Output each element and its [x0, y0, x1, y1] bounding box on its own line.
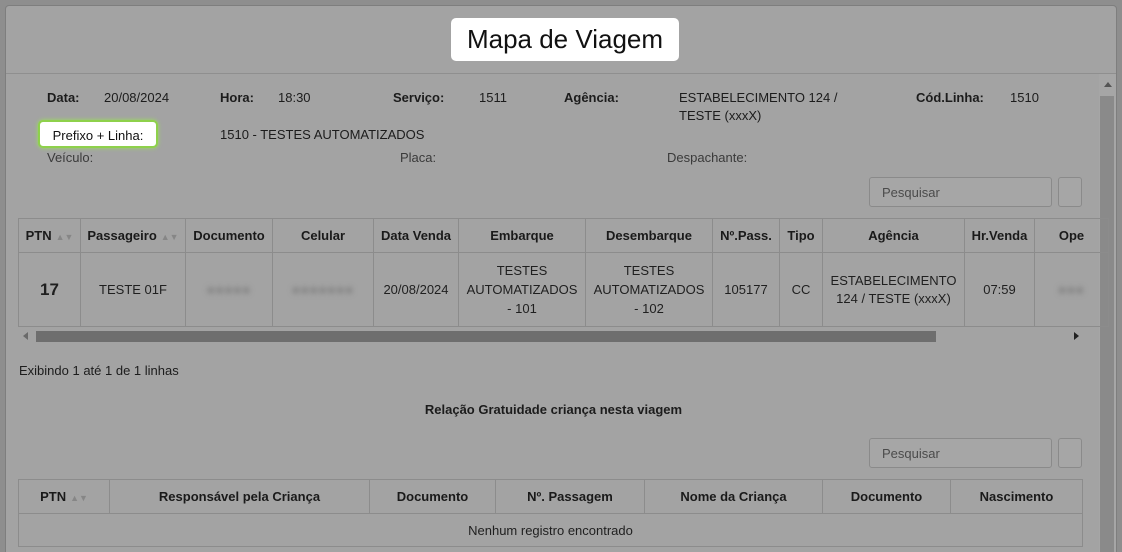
gratuidade-search-columns-button[interactable]: [1058, 438, 1082, 468]
agencia-value-line1: ESTABELECIMENTO 124 /: [679, 90, 838, 105]
agencia-value-line2: TESTE (xxxX): [679, 108, 762, 123]
col-ptn[interactable]: PTN ▲▼: [18, 479, 110, 514]
cell-desembarque: TESTES AUTOMATIZADOS - 102: [585, 252, 713, 327]
col-nome-crianca[interactable]: Nome da Criança: [644, 479, 823, 514]
gratuidade-table: PTN ▲▼ Responsável pela Criança Documento…: [18, 479, 1083, 547]
scroll-right-arrow-icon[interactable]: [1074, 332, 1079, 340]
veiculo-label: Veículo:: [47, 150, 94, 165]
passenger-search-input[interactable]: [869, 177, 1052, 207]
col-responsavel[interactable]: Responsável pela Criança: [109, 479, 370, 514]
horizontal-scrollbar[interactable]: [18, 326, 1082, 344]
passenger-search-columns-button[interactable]: [1058, 177, 1082, 207]
gratuidade-section-title: Relação Gratuidade criança nesta viagem: [424, 402, 683, 417]
cell-data-venda: 20/08/2024: [373, 252, 459, 327]
cell-tipo: CC: [779, 252, 823, 327]
table-row[interactable]: 17 TESTE 01F ●●●●● ●●●●●●● 20/08/2024 TE…: [18, 252, 1109, 327]
cell-celular-redacted: ●●●●●●●: [272, 252, 374, 327]
col-documento[interactable]: Documento: [369, 479, 496, 514]
col-hr-venda[interactable]: Hr.Venda: [964, 218, 1035, 253]
horizontal-scroll-thumb[interactable]: [36, 331, 936, 342]
col-n-passagem[interactable]: Nº. Passagem: [495, 479, 645, 514]
hora-label: Hora:: [220, 90, 254, 105]
col-agencia[interactable]: Agência: [822, 218, 965, 253]
col-tipo[interactable]: Tipo: [779, 218, 823, 253]
scroll-left-arrow-icon[interactable]: [23, 332, 28, 340]
data-label: Data:: [47, 90, 80, 105]
hora-value: 18:30: [278, 90, 311, 105]
col-data-venda[interactable]: Data Venda: [373, 218, 459, 253]
cell-agencia: ESTABELECIMENTO 124 / TESTE (xxxX): [822, 252, 965, 327]
agencia-label: Agência:: [564, 90, 619, 105]
col-ptn[interactable]: PTN ▲▼: [18, 218, 81, 253]
cell-hr-venda: 07:59: [964, 252, 1035, 327]
col-documento-crianca[interactable]: Documento: [822, 479, 951, 514]
servico-label: Serviço:: [393, 90, 445, 105]
sort-icon: ▲▼: [55, 232, 74, 242]
modal-header: Mapa de Viagem: [6, 6, 1116, 74]
table-row-empty: Nenhum registro encontrado: [18, 513, 1083, 547]
servico-value: 1511: [479, 90, 507, 105]
col-passageiro[interactable]: Passageiro ▲▼: [80, 218, 186, 253]
despachante-label: Despachante:: [667, 150, 748, 165]
passengers-header-row: PTN ▲▼ Passageiro ▲▼ Documento Celular Dat…: [18, 218, 1109, 253]
data-value: 20/08/2024: [104, 90, 170, 105]
cell-ope-redacted: ●●●: [1034, 252, 1109, 327]
gratuidade-search-input[interactable]: [869, 438, 1052, 468]
sort-icon: ▲▼: [160, 232, 179, 242]
col-desembarque[interactable]: Desembarque: [585, 218, 713, 253]
codlinha-value: 1510: [1010, 90, 1039, 105]
col-celular[interactable]: Celular: [272, 218, 374, 253]
cell-embarque: TESTES AUTOMATIZADOS - 101: [458, 252, 586, 327]
gratuidade-header-row: PTN ▲▼ Responsável pela Criança Documento…: [18, 479, 1083, 514]
empty-message: Nenhum registro encontrado: [18, 513, 1083, 547]
mapa-viagem-modal: Mapa de Viagem Data: 20/08/2024 Hora: 18…: [6, 6, 1116, 552]
prefixo-linha-label-highlight: Prefixo + Linha:: [38, 120, 158, 148]
col-nascimento[interactable]: Nascimento: [950, 479, 1083, 514]
col-documento[interactable]: Documento: [185, 218, 273, 253]
passengers-table: PTN ▲▼ Passageiro ▲▼ Documento Celular Dat…: [18, 218, 1109, 327]
modal-title: Mapa de Viagem: [451, 18, 679, 61]
sort-icon: ▲▼: [70, 493, 88, 503]
col-n-pass[interactable]: Nº.Pass.: [712, 218, 780, 253]
cell-n-pass: 105177: [712, 252, 780, 327]
cell-documento-redacted: ●●●●●: [185, 252, 273, 327]
codlinha-label: Cód.Linha:: [916, 90, 984, 105]
prefixo-linha-value: 1510 - TESTES AUTOMATIZADOS: [220, 127, 425, 142]
col-embarque[interactable]: Embarque: [458, 218, 586, 253]
cell-passageiro: TESTE 01F: [80, 252, 186, 327]
col-ope[interactable]: Ope: [1034, 218, 1109, 253]
placa-label: Placa:: [400, 150, 437, 165]
table-pagination-info: Exibindo 1 até 1 de 1 linhas: [19, 363, 179, 378]
cell-ptn: 17: [18, 252, 81, 327]
scroll-up-arrow-icon[interactable]: [1104, 82, 1112, 87]
